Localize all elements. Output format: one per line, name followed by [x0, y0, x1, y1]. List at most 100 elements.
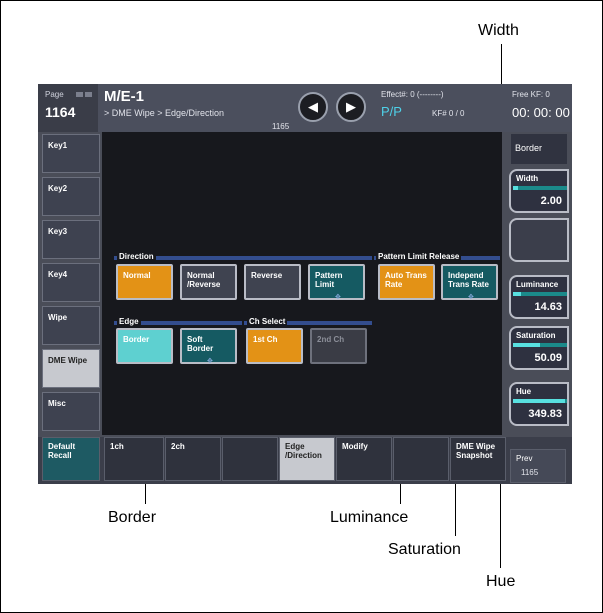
timecode: 00: 00: 00 [512, 105, 570, 120]
callout-saturation: Saturation [388, 541, 461, 558]
soft-border-button[interactable]: Soft Border ✥ [180, 328, 237, 365]
knob-label: Luminance [516, 280, 559, 289]
hue-knob[interactable]: Hue 349.83 [509, 382, 569, 426]
reverse-button[interactable]: Reverse [244, 264, 301, 300]
breadcrumb: > DME Wipe > Edge/Direction [104, 108, 225, 118]
button-label: Auto Trans Rate [385, 271, 427, 289]
knob-value: 14.63 [534, 301, 562, 313]
parameter-group-label: Border [511, 134, 567, 164]
callout-luminance: Luminance [330, 509, 409, 526]
knob-track [513, 292, 567, 296]
button-label: Border [123, 335, 150, 344]
page-number-secondary: 1165 [272, 122, 290, 131]
sidebar-item-label: Key3 [48, 227, 68, 236]
page-indicator [85, 92, 92, 97]
free-kf-status: Free KF: 0 [512, 90, 550, 99]
sidebar-item-wipe[interactable]: Wipe [42, 306, 100, 345]
sidebar-item-label: Misc [48, 399, 66, 408]
more-icon: ✥ [468, 294, 474, 301]
button-label: Normal /Reverse [187, 271, 221, 289]
sidebar-item-misc[interactable]: Misc [42, 392, 100, 431]
sidebar-item-label: Key2 [48, 184, 68, 193]
page-label: Page [45, 90, 64, 99]
group-label-edge: Edge [117, 317, 141, 326]
knob-value: 2.00 [540, 195, 562, 207]
page-number: 1164 [45, 104, 76, 120]
knob-label: Width [516, 174, 539, 183]
callout-hue: Hue [486, 573, 516, 590]
tab-label: 2ch [171, 442, 185, 451]
knob-value: 50.09 [534, 352, 562, 364]
default-recall-button[interactable]: Default Recall [42, 437, 100, 481]
button-label: 1st Ch [253, 335, 278, 344]
knob-label: Saturation [516, 331, 556, 340]
sidebar-item-label: Key4 [48, 270, 68, 279]
prev-page-number: 1165 [521, 468, 539, 477]
parameter-panel: Border Width 2.00 Luminance 14.63 Satura… [505, 132, 572, 435]
knob-level [513, 399, 566, 403]
luminance-knob[interactable]: Luminance 14.63 [509, 275, 569, 319]
tab-1ch[interactable]: 1ch [104, 437, 164, 481]
callout-width: Width [478, 22, 519, 39]
header: Page 1164 M/E-1 > DME Wipe > Edge/Direct… [38, 84, 572, 132]
normal-button[interactable]: Normal [116, 264, 173, 300]
prev-button[interactable]: Prev 1165 [510, 449, 566, 483]
sidebar-item-label: Key1 [48, 141, 68, 150]
tab-label: Edge /Direction [285, 442, 322, 460]
next-page-button[interactable]: ▶ [336, 92, 366, 122]
button-label: Soft Border [187, 335, 214, 353]
blank-knob[interactable] [509, 218, 569, 262]
second-ch-button[interactable]: 2nd Ch [310, 328, 367, 364]
button-label: DME Wipe Snapshot [456, 442, 496, 460]
effect-status: Effect#: 0 (--------) [381, 90, 444, 99]
button-label: 2nd Ch [317, 335, 345, 344]
tab-modify[interactable]: Modify [336, 437, 392, 481]
more-icon: ✥ [335, 294, 341, 301]
auto-trans-rate-button[interactable]: Auto Trans Rate [378, 264, 435, 300]
more-icon: ✥ [207, 358, 213, 365]
button-label: Pattern Limit [315, 271, 343, 289]
tab-2ch[interactable]: 2ch [165, 437, 221, 481]
tab-empty[interactable] [393, 437, 449, 481]
tab-label: 1ch [110, 442, 124, 451]
knob-label: Hue [516, 387, 532, 396]
first-ch-button[interactable]: 1st Ch [246, 328, 303, 364]
sidebar-item-key4[interactable]: Key4 [42, 263, 100, 302]
tab-label: Modify [342, 442, 368, 451]
dme-wipe-snapshot-button[interactable]: DME Wipe Snapshot [450, 437, 506, 481]
width-knob[interactable]: Width 2.00 [509, 169, 569, 213]
tab-edge-direction[interactable]: Edge /Direction [279, 437, 335, 481]
knob-track [513, 186, 567, 190]
knob-level [513, 292, 522, 296]
border-button[interactable]: Border [116, 328, 173, 364]
prev-page-button[interactable]: ◀ [298, 92, 328, 122]
sidebar-item-dme-wipe[interactable]: DME Wipe [42, 349, 100, 388]
normal-reverse-button[interactable]: Normal /Reverse [180, 264, 237, 300]
pattern-limit-button[interactable]: Pattern Limit ✥ [308, 264, 365, 301]
knob-value: 349.83 [528, 408, 562, 420]
group-label-ch-select: Ch Select [247, 317, 288, 326]
sidebar-item-key3[interactable]: Key3 [42, 220, 100, 259]
border-label: Border [515, 143, 543, 153]
callout-border: Border [108, 509, 157, 526]
page-indicator [76, 92, 83, 97]
knob-level [513, 186, 519, 190]
button-label: Independ Trans Rate [448, 271, 489, 289]
sidebar-item-key2[interactable]: Key2 [42, 177, 100, 216]
knob-level [513, 343, 540, 347]
sidebar-item-label: Wipe [48, 313, 68, 322]
sidebar-item-key1[interactable]: Key1 [42, 134, 100, 173]
tab-empty[interactable] [222, 437, 278, 481]
group-label-direction: Direction [117, 252, 156, 261]
button-label: Normal [123, 271, 151, 280]
sidebar-item-label: DME Wipe [48, 356, 88, 365]
page-box: Page 1164 [38, 84, 98, 132]
group-label-pattern-limit-release: Pattern Limit Release [376, 252, 462, 261]
independ-trans-rate-button[interactable]: Independ Trans Rate ✥ [441, 264, 498, 301]
saturation-knob[interactable]: Saturation 50.09 [509, 326, 569, 370]
panel-screen: Page 1164 M/E-1 > DME Wipe > Edge/Direct… [38, 84, 572, 484]
mode-status: P/P [381, 104, 402, 119]
kf-status: KF# 0 / 0 [432, 109, 465, 118]
footer-bar: Default Recall 1ch 2ch Edge /Direction M… [38, 437, 572, 484]
page-title: M/E-1 [104, 88, 145, 105]
